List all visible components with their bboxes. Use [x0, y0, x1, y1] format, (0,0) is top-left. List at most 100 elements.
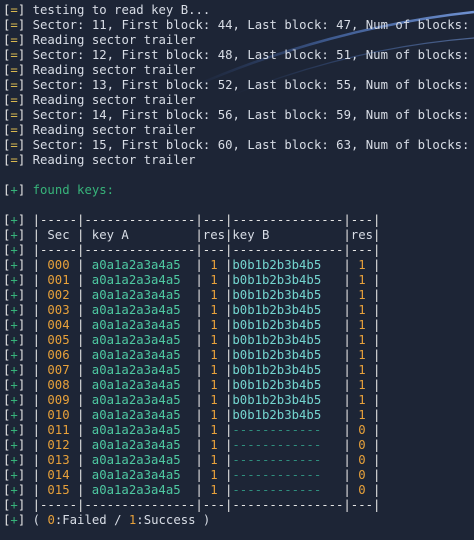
- column-divider: |: [195, 348, 203, 362]
- table-border: |-----: [32, 213, 78, 227]
- bracket-close: ]: [17, 18, 26, 32]
- column-divider: |: [343, 438, 351, 452]
- key-a-value: a0a1a2a3a4a5: [91, 258, 181, 272]
- column-divider: |: [195, 483, 203, 497]
- column-divider: |: [32, 378, 40, 392]
- table-border: |---------------: [77, 498, 196, 512]
- column-divider: |: [343, 303, 351, 317]
- table-border: |: [373, 243, 381, 257]
- table-row: [+] | | | | | | 005 a0a1a2a3a4a5 1 b0b1b2b3b4b5 1: [0, 333, 474, 348]
- table-border: |---------------: [77, 243, 196, 257]
- marker-symbol: +: [10, 378, 18, 392]
- info-marker: [=]: [3, 93, 25, 107]
- key-b-result: 1: [358, 348, 366, 362]
- sector-info-text: Sector: 15, First block: 60, Last block:…: [32, 138, 474, 152]
- marker-symbol: +: [10, 213, 18, 227]
- sector-info-text: Sector: 11, First block: 44, Last block:…: [32, 18, 474, 32]
- marker-symbol: =: [10, 93, 18, 107]
- key-b-value: ------------: [232, 468, 322, 482]
- result-marker: [+]: [3, 318, 25, 332]
- column-divider: |: [32, 228, 40, 242]
- column-divider: |: [343, 333, 351, 347]
- column-divider: |: [373, 453, 381, 467]
- marker-symbol: +: [10, 288, 18, 302]
- result-marker: [+]: [3, 393, 25, 407]
- column-divider: |: [343, 363, 351, 377]
- key-b-value: b0b1b2b3b4b5: [232, 408, 322, 422]
- column-divider: |: [32, 258, 40, 272]
- key-b-result: 0: [358, 438, 366, 452]
- bracket-close: ]: [17, 348, 26, 362]
- column-divider: |: [373, 363, 381, 377]
- column-divider: |: [343, 393, 351, 407]
- table-border: |---------------: [77, 213, 196, 227]
- column-divider: |: [373, 468, 381, 482]
- table-border: |---------------: [225, 213, 344, 227]
- column-divider: |: [373, 288, 381, 302]
- column-divider: |: [195, 288, 203, 302]
- info-marker: [=]: [3, 63, 25, 77]
- table-border: |---: [195, 243, 226, 257]
- table-border-mid: [+] |----- |--------------- |--- |---------…: [0, 243, 474, 258]
- result-marker: [+]: [3, 363, 25, 377]
- result-marker: [+]: [3, 378, 25, 392]
- column-divider: |: [32, 468, 40, 482]
- key-b-value: b0b1b2b3b4b5: [232, 363, 322, 377]
- column-divider: |: [225, 438, 233, 452]
- column-divider: |: [195, 393, 203, 407]
- column-divider: |: [343, 318, 351, 332]
- sector-info-text: Sector: 13, First block: 52, Last block:…: [32, 78, 474, 92]
- bracket-close: ]: [17, 258, 26, 272]
- column-divider: |: [32, 438, 40, 452]
- bracket-close: ]: [17, 228, 26, 242]
- key-a-value: a0a1a2a3a4a5: [91, 438, 181, 452]
- log-line: [=] testing to read key B...: [0, 3, 474, 18]
- column-divider: |: [77, 393, 85, 407]
- table-row: [+] | | | | | | 007 a0a1a2a3a4a5 1 b0b1b2b3b4b5 1: [0, 363, 474, 378]
- bracket-close: ]: [17, 393, 26, 407]
- bracket-close: ]: [17, 303, 26, 317]
- table-row: [+] | | | | | | 004 a0a1a2a3a4a5 1 b0b1b2b3b4b5 1: [0, 318, 474, 333]
- column-divider: |: [77, 288, 85, 302]
- trailer-text: Reading sector trailer: [32, 33, 196, 47]
- key-a-result: 1: [210, 408, 218, 422]
- marker-symbol: +: [10, 333, 18, 347]
- bracket-close: ]: [17, 333, 26, 347]
- column-divider: |: [343, 468, 351, 482]
- key-a-value: a0a1a2a3a4a5: [91, 393, 181, 407]
- marker-symbol: =: [10, 78, 18, 92]
- bracket-close: ]: [17, 288, 26, 302]
- bracket-close: ]: [17, 93, 26, 107]
- info-marker: [=]: [3, 18, 25, 32]
- result-marker: [+]: [3, 498, 25, 512]
- column-divider: |: [373, 258, 381, 272]
- marker-symbol: +: [10, 453, 18, 467]
- key-a-result: 1: [210, 423, 218, 437]
- column-divider: |: [343, 408, 351, 422]
- column-divider: |: [77, 483, 85, 497]
- key-a-value: a0a1a2a3a4a5: [91, 273, 181, 287]
- header-res-b: res: [350, 228, 374, 242]
- key-b-value: b0b1b2b3b4b5: [232, 273, 322, 287]
- result-marker: [+]: [3, 438, 25, 452]
- table-border: |: [373, 498, 381, 512]
- column-divider: |: [343, 273, 351, 287]
- column-divider: |: [225, 393, 233, 407]
- key-b-result: 1: [358, 273, 366, 287]
- column-divider: |: [32, 303, 40, 317]
- key-a-result: 1: [210, 363, 218, 377]
- bracket-close: ]: [17, 183, 26, 197]
- bracket-close: ]: [17, 78, 26, 92]
- info-marker: [=]: [3, 3, 25, 17]
- key-a-value: a0a1a2a3a4a5: [91, 333, 181, 347]
- key-b-value: ------------: [232, 483, 322, 497]
- column-divider: |: [373, 228, 381, 242]
- key-b-result: 0: [358, 423, 366, 437]
- key-a-value: a0a1a2a3a4a5: [91, 408, 181, 422]
- result-marker: [+]: [3, 258, 25, 272]
- marker-symbol: +: [10, 258, 18, 272]
- sector-number: 012: [47, 438, 70, 452]
- bracket-close: ]: [17, 483, 26, 497]
- column-divider: |: [77, 453, 85, 467]
